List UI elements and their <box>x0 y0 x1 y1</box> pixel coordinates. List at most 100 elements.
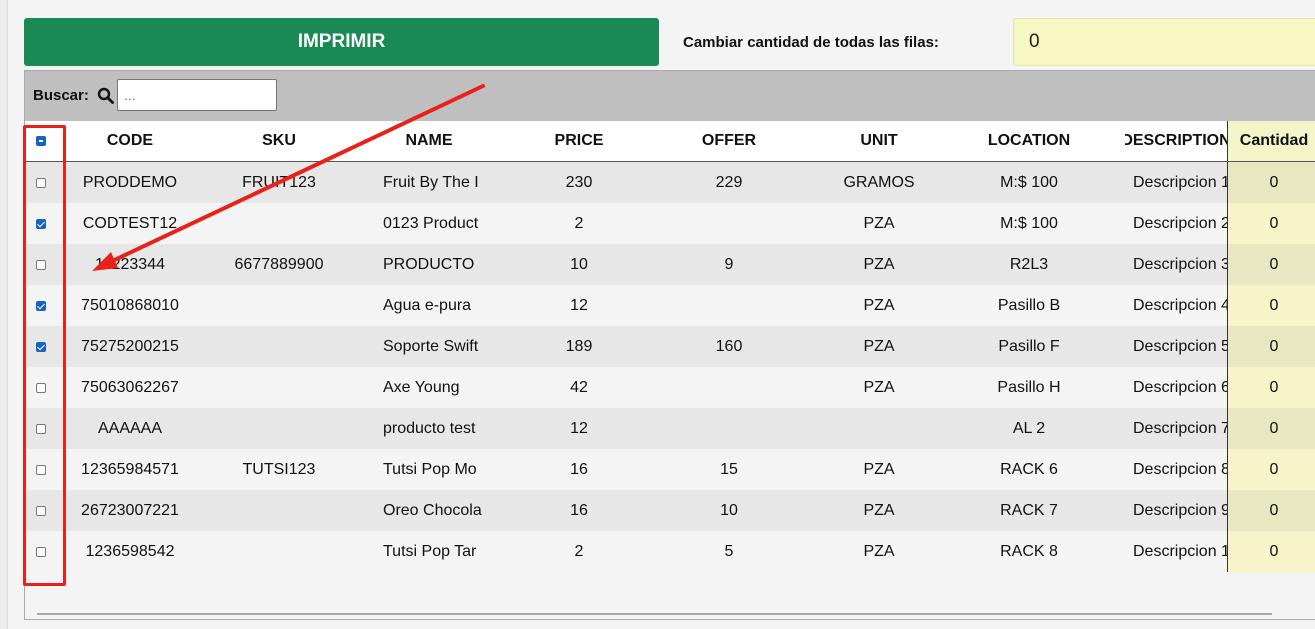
cell-price: 230 <box>565 173 593 191</box>
cell-unit: PZA <box>863 460 895 478</box>
row-select-checkbox[interactable] <box>35 505 46 516</box>
table-row[interactable]: 1236598542 Tutsi Pop Tar 2 5 PZA RACK 8 Descri… <box>25 531 1315 572</box>
table-row[interactable]: 26723007221 Oreo Chocola 16 10 PZA RACK 7 Desc… <box>25 490 1315 531</box>
row-select-checkbox[interactable] <box>35 300 46 311</box>
cell-offer: 10 <box>720 501 738 519</box>
table-row[interactable]: 75275200215 Soporte Swift 189 160 PZA Pasillo… <box>25 326 1315 367</box>
cell-code: 75275200215 <box>81 337 179 355</box>
cell-name: 0123 Product <box>383 214 479 232</box>
row-select-checkbox[interactable] <box>35 464 46 475</box>
left-edge <box>0 0 8 629</box>
cell-sku: 6677889900 <box>234 255 324 273</box>
cell-price: 42 <box>570 378 588 396</box>
cell-offer <box>654 203 804 244</box>
change-quantity-input[interactable] <box>1013 18 1315 66</box>
cell-description: Descripcion 7 <box>1133 419 1227 437</box>
cell-location: RACK 6 <box>1000 460 1058 478</box>
header-description[interactable]: DESCRIPTION <box>1125 121 1227 161</box>
horizontal-scrollbar[interactable] <box>37 613 1272 615</box>
cell-offer <box>654 285 804 326</box>
cell-sku <box>204 285 354 326</box>
cell-name: producto test <box>383 419 476 437</box>
cell-code: PRODDEMO <box>82 173 178 191</box>
row-select-checkbox[interactable] <box>35 546 46 557</box>
print-button[interactable]: IMPRIMIR <box>24 18 659 66</box>
row-select-checkbox[interactable] <box>35 423 46 434</box>
cell-code: 11223344 <box>95 255 165 273</box>
header-sku[interactable]: SKU <box>204 121 354 161</box>
table-row[interactable]: 75063062267 Axe Young 42 PZA Pasillo H Descri… <box>25 367 1315 408</box>
cell-unit: PZA <box>863 214 895 232</box>
cell-code: 1236598542 <box>85 542 175 560</box>
cell-cantidad[interactable]: 0 <box>1227 490 1315 531</box>
cell-description: Descripcion 6 <box>1133 378 1227 396</box>
cell-cantidad[interactable]: 0 <box>1227 203 1315 244</box>
row-select-cell <box>25 244 56 285</box>
row-select-checkbox[interactable] <box>35 177 46 188</box>
cell-unit: PZA <box>863 255 895 273</box>
cell-price: 2 <box>574 214 584 232</box>
row-select-cell <box>25 162 56 203</box>
cell-sku: FRUIT123 <box>242 173 316 191</box>
header-name[interactable]: NAME <box>354 121 504 161</box>
cell-sku <box>204 408 354 449</box>
cell-sku <box>204 531 354 572</box>
select-all-checkbox[interactable] <box>35 136 46 146</box>
header-location[interactable]: LOCATION <box>954 121 1104 161</box>
cell-description: Descripcion 3 <box>1133 255 1227 273</box>
header-offer[interactable]: OFFER <box>654 121 804 161</box>
header-cantidad[interactable]: Cantidad <box>1227 121 1315 161</box>
cell-cantidad[interactable]: 0 <box>1227 244 1315 285</box>
table-row[interactable]: AAAAAA producto test 12 AL 2 Descripcion 70 <box>25 408 1315 449</box>
cell-description: Descripcion 4 <box>1133 296 1227 314</box>
table-row[interactable]: 75010868010 Agua e-pura 12 PZA Pasillo B Desc… <box>25 285 1315 326</box>
row-select-cell <box>25 531 56 572</box>
cell-cantidad[interactable]: 0 <box>1227 531 1315 572</box>
cell-price: 12 <box>570 419 588 437</box>
table-row[interactable]: 12365984571 TUTSI123 Tutsi Pop Mo 16 15 PZA RA… <box>25 449 1315 490</box>
cell-offer: 160 <box>715 337 743 355</box>
cell-location: RACK 8 <box>1000 542 1058 560</box>
row-select-checkbox[interactable] <box>35 341 46 352</box>
cell-cantidad[interactable]: 0 <box>1227 162 1315 203</box>
row-select-checkbox[interactable] <box>35 382 46 393</box>
cell-price: 16 <box>570 501 588 519</box>
search-icon <box>97 87 114 104</box>
cell-name: PRODUCTO <box>383 255 475 273</box>
header-price[interactable]: PRICE <box>504 121 654 161</box>
row-select-checkbox[interactable] <box>35 218 46 229</box>
cell-description: Descripcion 1 <box>1133 173 1227 191</box>
table-header-row: CODE SKU NAME PRICE OFFER UNIT LOCATION … <box>25 121 1315 162</box>
cell-price: 10 <box>570 255 588 273</box>
cell-name: Oreo Chocola <box>383 501 482 519</box>
cell-name: Soporte Swift <box>383 337 479 355</box>
cell-name: Agua e-pura <box>383 296 472 314</box>
table-row[interactable]: 11223344 6677889900 PRODUCTO 10 9 PZA R2L3 Desc… <box>25 244 1315 285</box>
cell-cantidad[interactable]: 0 <box>1227 408 1315 449</box>
cell-location: Pasillo F <box>998 337 1060 355</box>
cell-description: Descripcion 5 <box>1133 337 1227 355</box>
cell-location: AL 2 <box>1012 419 1046 437</box>
cell-unit: PZA <box>863 296 895 314</box>
cell-unit: PZA <box>863 542 895 560</box>
row-select-cell <box>25 326 56 367</box>
row-select-checkbox[interactable] <box>35 259 46 270</box>
header-unit[interactable]: UNIT <box>804 121 954 161</box>
cell-cantidad[interactable]: 0 <box>1227 285 1315 326</box>
cell-code: AAAAAA <box>97 419 163 437</box>
cell-price: 189 <box>565 337 593 355</box>
cell-offer: 15 <box>720 460 738 478</box>
table-row[interactable]: PRODDEMO FRUIT123 Fruit By The I 230 229 GRAM… <box>25 162 1315 203</box>
cell-offer: 5 <box>724 542 734 560</box>
cell-cantidad[interactable]: 0 <box>1227 449 1315 490</box>
cell-cantidad[interactable]: 0 <box>1227 367 1315 408</box>
row-select-cell <box>25 408 56 449</box>
search-input[interactable] <box>117 79 277 111</box>
cell-name: Axe Young <box>383 378 460 396</box>
header-code[interactable]: CODE <box>56 121 204 161</box>
table-row[interactable]: CODTEST12 0123 Product 2 PZA M:$ 100 Descripc… <box>25 203 1315 244</box>
cell-code: CODTEST12 <box>82 214 178 232</box>
cell-cantidad[interactable]: 0 <box>1227 326 1315 367</box>
cell-description: Descripcion 2 <box>1133 214 1227 232</box>
cell-code: 75010868010 <box>81 296 179 314</box>
